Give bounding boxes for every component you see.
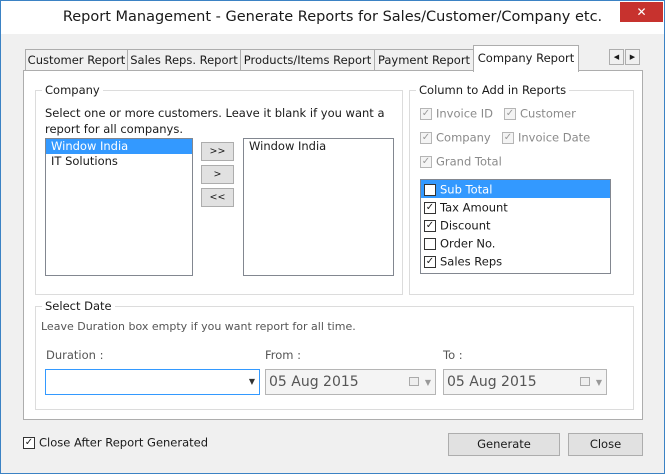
window-close-button[interactable]: ✕ [620, 2, 663, 22]
select-date-legend: Select Date [42, 299, 115, 313]
invoice-date-checkbox: ✓ Invoice Date [502, 130, 591, 145]
from-date-value: 05 Aug 2015 [269, 374, 359, 390]
company-checkbox: ✓ Company [420, 130, 491, 145]
columns-group: Column to Add in Reports ✓ Invoice ID ✓ Cu… [409, 83, 634, 295]
to-date-value: 05 Aug 2015 [447, 374, 537, 390]
checkbox-checked-icon: ✓ [420, 107, 432, 120]
window-title: Report Management - Generate Reports for… [62, 9, 603, 25]
invoice-id-checkbox: ✓ Invoice ID [420, 106, 494, 121]
tab-scroll-left-icon[interactable]: ◀ [609, 49, 624, 65]
company-instruction: Select one or more customers. Leave it b… [45, 106, 385, 136]
tab-customer-report[interactable]: Customer Report [25, 49, 128, 71]
optional-columns-list[interactable]: ✓ Sub Total ✓ Tax Amount ✓ Discount Order N… [420, 179, 611, 274]
list-item[interactable]: IT Solutions [46, 154, 192, 169]
checkbox-checked-icon[interactable]: ✓ [424, 183, 436, 196]
tab-sales-reps-report[interactable]: Sales Reps. Report [127, 49, 241, 71]
from-label: From : [265, 348, 302, 362]
checkbox-checked-icon[interactable]: ✓ [424, 255, 436, 268]
chevron-down-icon[interactable]: ▼ [249, 377, 255, 386]
tab-products-items-report[interactable]: Products/Items Report [240, 49, 375, 71]
columns-group-legend: Column to Add in Reports [416, 83, 570, 97]
discount-item[interactable]: ✓ Discount [421, 216, 610, 234]
order-no-item[interactable]: Order No. [421, 234, 610, 252]
duration-combobox[interactable]: ▼ [45, 369, 260, 395]
list-item[interactable]: Window India [244, 139, 393, 154]
chevron-down-icon[interactable]: ▼ [596, 371, 602, 395]
date-instruction: Leave Duration box empty if you want rep… [41, 320, 356, 333]
company-group-legend: Company [42, 83, 103, 97]
checkbox-checked-icon: ✓ [504, 107, 516, 120]
calendar-icon[interactable] [409, 377, 419, 386]
calendar-icon[interactable] [580, 377, 590, 386]
title-bar: Report Management - Generate Reports for… [1, 1, 664, 34]
selected-companies-list[interactable]: Window India [243, 138, 394, 276]
select-date-group: Select Date Leave Duration box empty if … [35, 299, 634, 410]
report-management-window: Report Management - Generate Reports for… [0, 0, 665, 474]
company-group: Company Select one or more customers. Le… [35, 83, 403, 295]
customer-checkbox: ✓ Customer [504, 106, 576, 121]
tab-payment-report[interactable]: Payment Report [374, 49, 474, 71]
tax-amount-item[interactable]: ✓ Tax Amount [421, 198, 610, 216]
tab-scroll-right-icon[interactable]: ▶ [625, 49, 640, 65]
checkbox-unchecked-icon[interactable] [424, 237, 436, 250]
grand-total-checkbox: ✓ Grand Total [420, 154, 502, 169]
close-after-generated-checkbox[interactable]: ✓ Close After Report Generated [23, 435, 208, 451]
sub-total-item[interactable]: ✓ Sub Total [421, 180, 610, 198]
checkbox-checked-icon: ✓ [420, 155, 432, 168]
to-date-picker[interactable]: 05 Aug 2015 ▼ [443, 369, 607, 395]
duration-label: Duration : [46, 348, 104, 362]
add-button[interactable]: > [201, 165, 234, 184]
available-companies-list[interactable]: Window India IT Solutions [45, 138, 193, 276]
remove-all-button[interactable]: << [201, 188, 234, 207]
close-button[interactable]: Close [568, 433, 643, 456]
checkbox-checked-icon[interactable]: ✓ [424, 219, 436, 232]
tab-company-report[interactable]: Company Report [473, 45, 579, 72]
checkbox-checked-icon: ✓ [420, 131, 432, 144]
checkbox-checked-icon[interactable]: ✓ [23, 436, 35, 449]
company-report-page: Company Select one or more customers. Le… [23, 70, 643, 420]
list-item[interactable]: Window India [46, 139, 192, 154]
checkbox-checked-icon[interactable]: ✓ [424, 201, 436, 214]
to-label: To : [443, 348, 463, 362]
chevron-down-icon[interactable]: ▼ [425, 371, 431, 395]
generate-button[interactable]: Generate [448, 433, 560, 456]
add-all-button[interactable]: >> [201, 142, 234, 161]
from-date-picker[interactable]: 05 Aug 2015 ▼ [265, 369, 436, 395]
sales-reps-item[interactable]: ✓ Sales Reps [421, 252, 610, 270]
checkbox-checked-icon: ✓ [502, 131, 514, 144]
